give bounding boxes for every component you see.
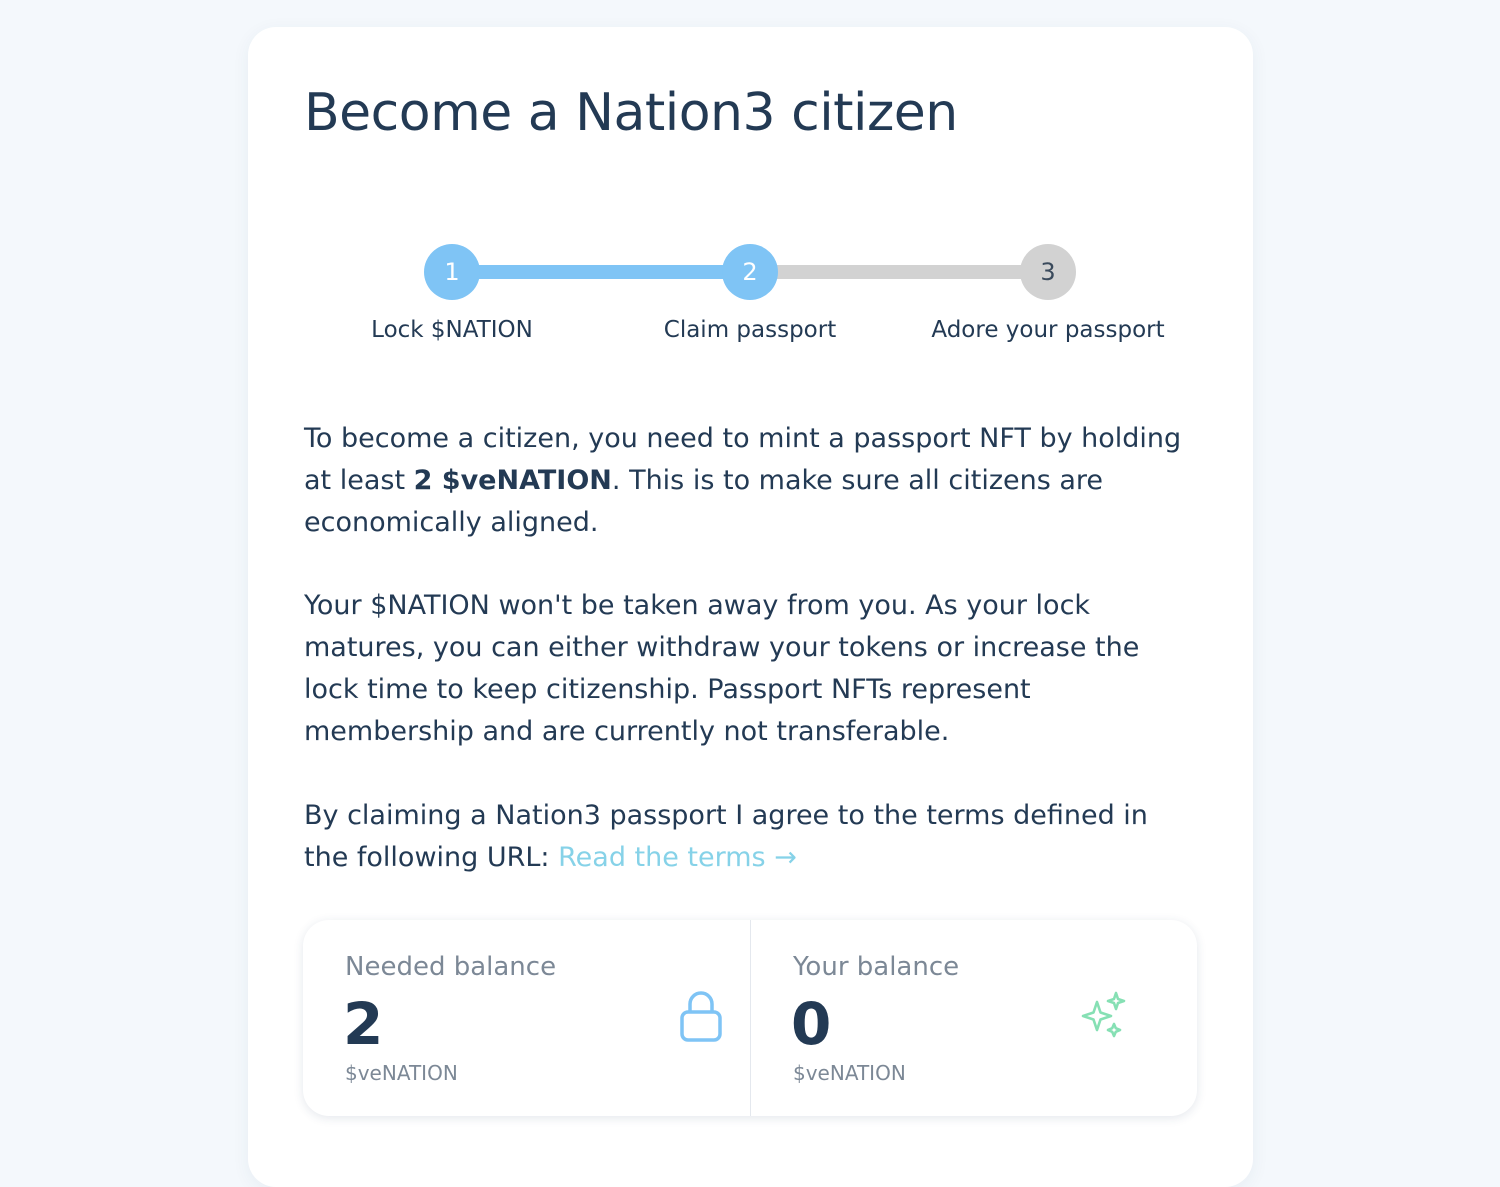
needed-balance-unit: $veNATION — [345, 1061, 458, 1085]
your-balance-unit: $veNATION — [793, 1061, 906, 1085]
your-balance-value: 0 — [791, 990, 832, 1058]
lock-icon — [679, 990, 723, 1048]
sparkles-icon — [1077, 990, 1129, 1046]
your-balance-label: Your balance — [793, 952, 960, 982]
step-1-label: Lock $NATION — [371, 317, 533, 343]
stepper-track-complete — [452, 265, 750, 279]
needed-balance-label: Needed balance — [345, 952, 557, 982]
page-title: Become a Nation3 citizen — [304, 83, 958, 143]
step-1-indicator: 1 — [424, 244, 480, 300]
your-balance-stat: Your balance 0 $veNATION — [750, 920, 1197, 1116]
needed-balance-stat: Needed balance 2 $veNATION — [303, 920, 750, 1116]
intro-paragraph-terms: By claiming a Nation3 passport I agree t… — [304, 795, 1194, 879]
step-3-label: Adore your passport — [931, 317, 1165, 343]
intro-paragraph-requirement: To become a citizen, you need to mint a … — [304, 418, 1194, 544]
stepper-track-pending — [750, 265, 1048, 279]
required-amount-text: 2 $veNATION — [413, 465, 612, 496]
step-3-indicator: 3 — [1020, 244, 1076, 300]
citizenship-card: Become a Nation3 citizen 1 2 3 Lock $NAT… — [248, 27, 1253, 1187]
progress-stepper: 1 2 3 Lock $NATION Claim passport Adore … — [248, 235, 1253, 375]
intro-paragraph-lock: Your $NATION won't be taken away from yo… — [304, 590, 1140, 747]
step-2-label: Claim passport — [663, 317, 837, 343]
balance-stats: Needed balance 2 $veNATION Your balance … — [303, 920, 1197, 1116]
step-2-indicator: 2 — [722, 244, 778, 300]
read-terms-link[interactable]: Read the terms → — [558, 842, 797, 873]
needed-balance-value: 2 — [343, 990, 384, 1058]
